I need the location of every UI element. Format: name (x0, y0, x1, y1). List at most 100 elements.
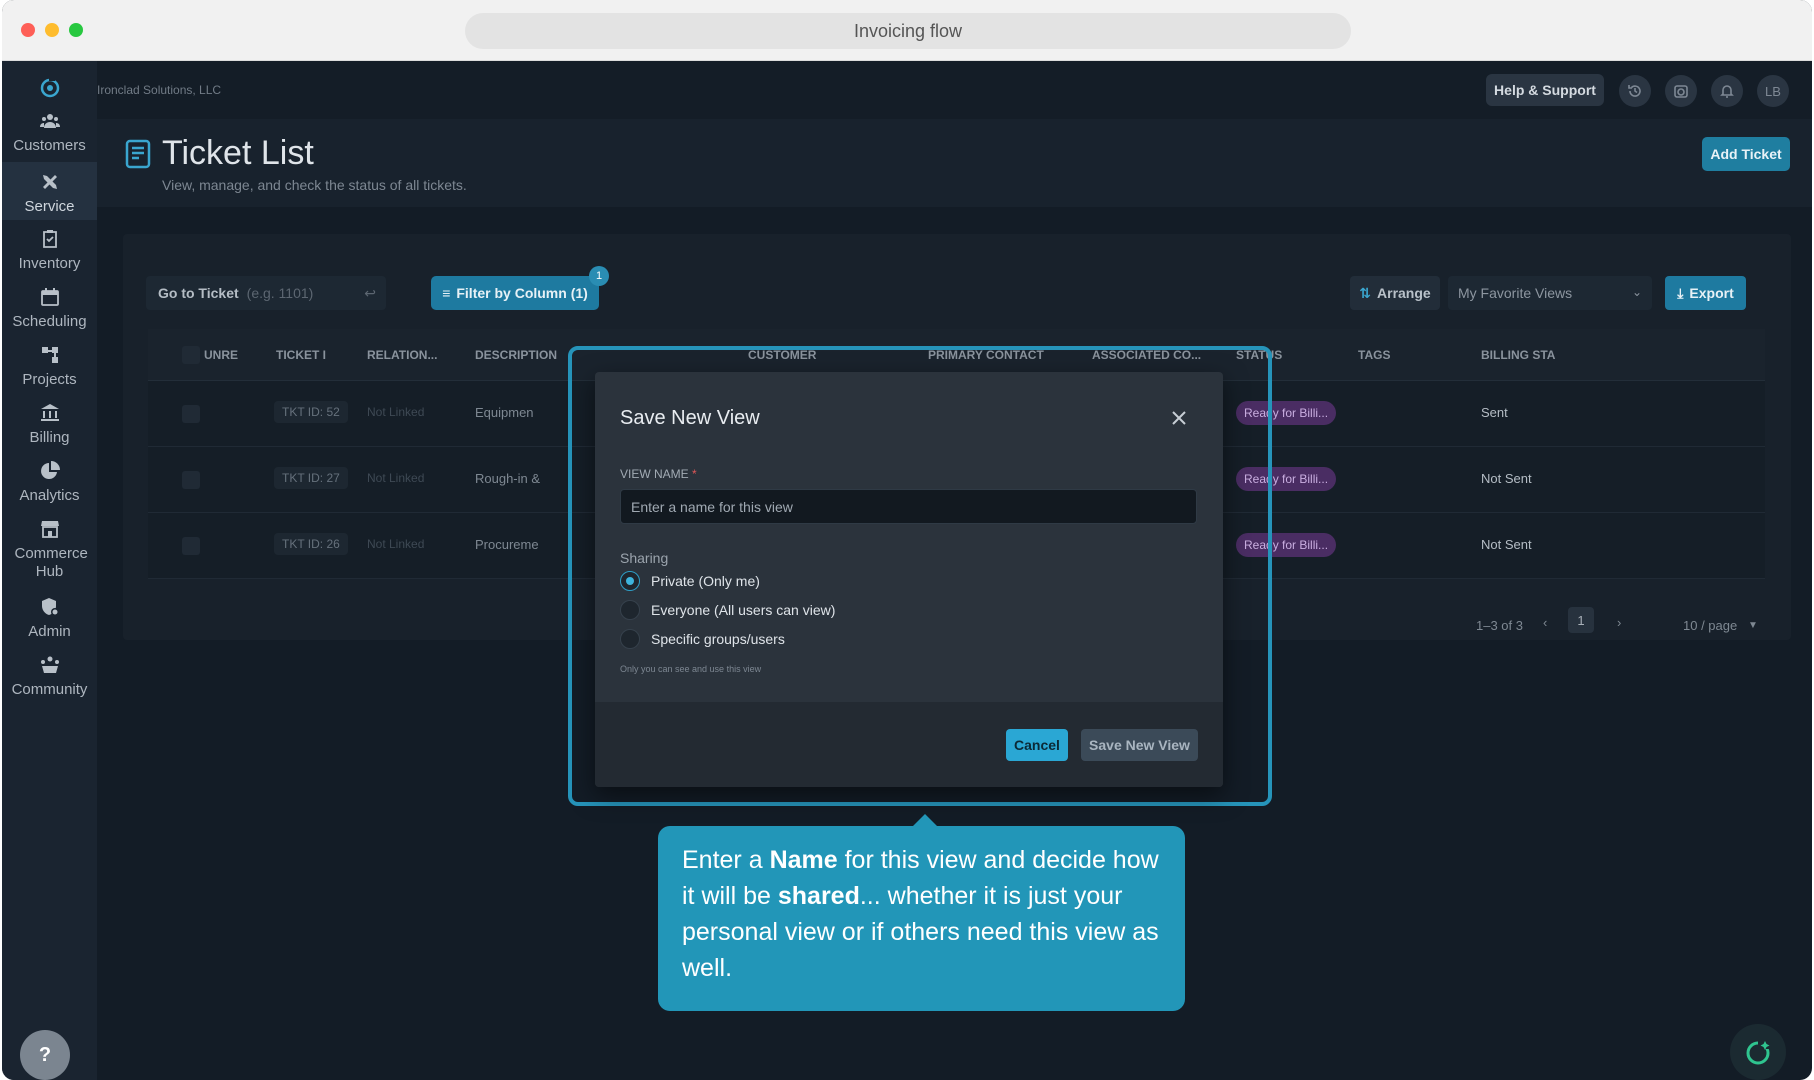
maximize-window-button[interactable] (69, 23, 83, 37)
arrange-label: Arrange (1377, 285, 1431, 301)
history-icon (1628, 85, 1641, 97)
org-name: Ironclad Solutions, LLC (97, 83, 222, 97)
timer-button[interactable] (1665, 75, 1697, 107)
tour-tooltip: Enter a Name for this view and decide ho… (658, 826, 1185, 1011)
sidebar-item-service[interactable]: Service (2, 162, 97, 220)
ticket-list-icon (125, 139, 151, 169)
select-all-checkbox[interactable] (182, 346, 200, 364)
views-select[interactable]: My Favorite Views ⌄ (1448, 276, 1652, 310)
arrange-button[interactable]: ⇅ Arrange (1350, 276, 1440, 310)
view-name-input[interactable] (620, 489, 1197, 524)
sharing-specific-label[interactable]: Specific groups/users (651, 631, 785, 647)
sidebar-item-label: Commerce Hub (14, 545, 88, 580)
enter-icon[interactable]: ↩ (364, 285, 376, 302)
minimize-window-button[interactable] (45, 23, 59, 37)
export-button[interactable]: ⤓ Export (1665, 276, 1746, 310)
go-to-ticket-placeholder: (e.g. 1101) (246, 285, 314, 301)
sidebar-item-commerce-hub[interactable]: Commerce Hub (2, 519, 97, 599)
go-to-ticket-label: Go to Ticket (158, 285, 239, 301)
sidebar-item-label: Projects (22, 371, 77, 388)
sidebar-item-label: Analytics (19, 487, 80, 504)
sidebar-item-label: Admin (28, 623, 71, 640)
sidebar-item-label: Inventory (18, 255, 81, 272)
relation-cell: Not Linked (367, 405, 425, 419)
column-header-description[interactable]: DESCRIPTION (475, 348, 557, 362)
assistant-button[interactable] (1730, 1024, 1786, 1080)
page-subtitle: View, manage, and check the status of al… (162, 177, 467, 193)
modal-footer: Cancel Save New View (595, 702, 1223, 787)
prev-page-icon[interactable]: ‹ (1543, 615, 1547, 630)
help-support-button[interactable]: Help & Support (1486, 74, 1604, 106)
page-header: Ticket List View, manage, and check the … (97, 119, 1812, 207)
sidebar: Customers Service Inventory Scheduling P… (2, 61, 97, 1080)
sharing-everyone-radio[interactable] (620, 600, 640, 620)
row-checkbox[interactable] (182, 537, 200, 555)
ticket-id-tag[interactable]: TKT ID: 27 (274, 467, 348, 489)
history-button[interactable] (1619, 75, 1651, 107)
pagination-range: 1–3 of 3 (1476, 618, 1523, 633)
per-page-select[interactable]: 10 / page (1683, 618, 1737, 633)
required-mark: * (692, 467, 697, 481)
ticket-id-tag[interactable]: TKT ID: 26 (274, 533, 348, 555)
filter-icon: ≡ (442, 285, 451, 301)
column-header-ticket-id[interactable]: TICKET I (276, 348, 326, 362)
sharing-specific-radio[interactable] (620, 629, 640, 649)
column-header-tags[interactable]: TAGS (1358, 348, 1390, 362)
sharing-private-radio[interactable] (620, 571, 640, 591)
sidebar-item-billing[interactable]: Billing (2, 403, 97, 465)
notifications-button[interactable] (1711, 75, 1743, 107)
tooltip-bold: shared (777, 882, 860, 910)
help-button[interactable]: ? (20, 1030, 70, 1080)
views-select-value: My Favorite Views (1458, 285, 1573, 301)
sharing-hint: Only you can see and use this view (620, 664, 762, 674)
column-header-billing-status[interactable]: BILLING STA (1481, 348, 1555, 362)
sidebar-item-inventory[interactable]: Inventory (2, 229, 97, 291)
sidebar-item-label: Scheduling (12, 313, 87, 330)
go-to-ticket-input[interactable]: Go to Ticket (e.g. 1101) ↩ (146, 276, 386, 310)
filter-by-column-button[interactable]: ≡ Filter by Column (1) (431, 276, 599, 310)
chevron-down-icon: ▼ (1748, 620, 1758, 631)
chevron-down-icon: ⌄ (1631, 285, 1642, 299)
row-checkbox[interactable] (182, 471, 200, 489)
service-icon (42, 175, 57, 189)
sidebar-item-admin[interactable]: Admin (2, 597, 97, 659)
browser-titlebar: Invoicing flow (2, 0, 1812, 61)
sidebar-item-projects[interactable]: Projects (2, 345, 97, 407)
close-icon[interactable] (1169, 408, 1189, 428)
avatar[interactable]: LB (1757, 75, 1789, 107)
sharing-private-label[interactable]: Private (Only me) (651, 573, 760, 589)
sidebar-item-label: Billing (29, 429, 70, 446)
sidebar-item-scheduling[interactable]: Scheduling (2, 287, 97, 349)
description-cell: Equipmen (475, 405, 534, 420)
page-number-button[interactable]: 1 (1568, 607, 1594, 633)
sidebar-item-analytics[interactable]: Analytics (2, 461, 97, 523)
tooltip-bold: Name (769, 846, 838, 874)
billing-status-cell: Not Sent (1481, 537, 1532, 552)
projects-icon (41, 347, 58, 363)
column-header-relation[interactable]: RELATION... (367, 348, 437, 362)
close-window-button[interactable] (21, 23, 35, 37)
top-bar: Ironclad Solutions, LLC Help & Support L… (97, 61, 1812, 119)
view-name-label-text: VIEW NAME (620, 467, 689, 481)
save-new-view-button[interactable]: Save New View (1081, 729, 1198, 761)
sidebar-item-community[interactable]: Community (2, 655, 97, 717)
ticket-id-tag[interactable]: TKT ID: 52 (274, 401, 348, 423)
next-page-icon[interactable]: › (1617, 615, 1621, 630)
community-icon (40, 656, 59, 673)
app-window: Invoicing flow Customers Service Invento… (2, 0, 1812, 1080)
add-ticket-button[interactable]: Add Ticket (1702, 137, 1790, 171)
cancel-button[interactable]: Cancel (1006, 729, 1068, 761)
view-name-label: VIEW NAME * (620, 467, 697, 481)
admin-shield-icon (41, 598, 59, 616)
column-header-unread[interactable]: UNRE (204, 348, 238, 362)
app-logo-icon[interactable] (38, 75, 62, 99)
description-cell: Rough-in & (475, 471, 541, 486)
calendar-icon (40, 288, 59, 306)
sidebar-item-label: Service (24, 198, 75, 215)
description-cell: Procureme (475, 537, 539, 552)
sharing-label: Sharing (620, 550, 669, 566)
row-checkbox[interactable] (182, 405, 200, 423)
sharing-everyone-label[interactable]: Everyone (All users can view) (651, 602, 835, 618)
sidebar-item-label: Community (11, 681, 88, 698)
arrange-icon: ⇅ (1359, 284, 1372, 301)
